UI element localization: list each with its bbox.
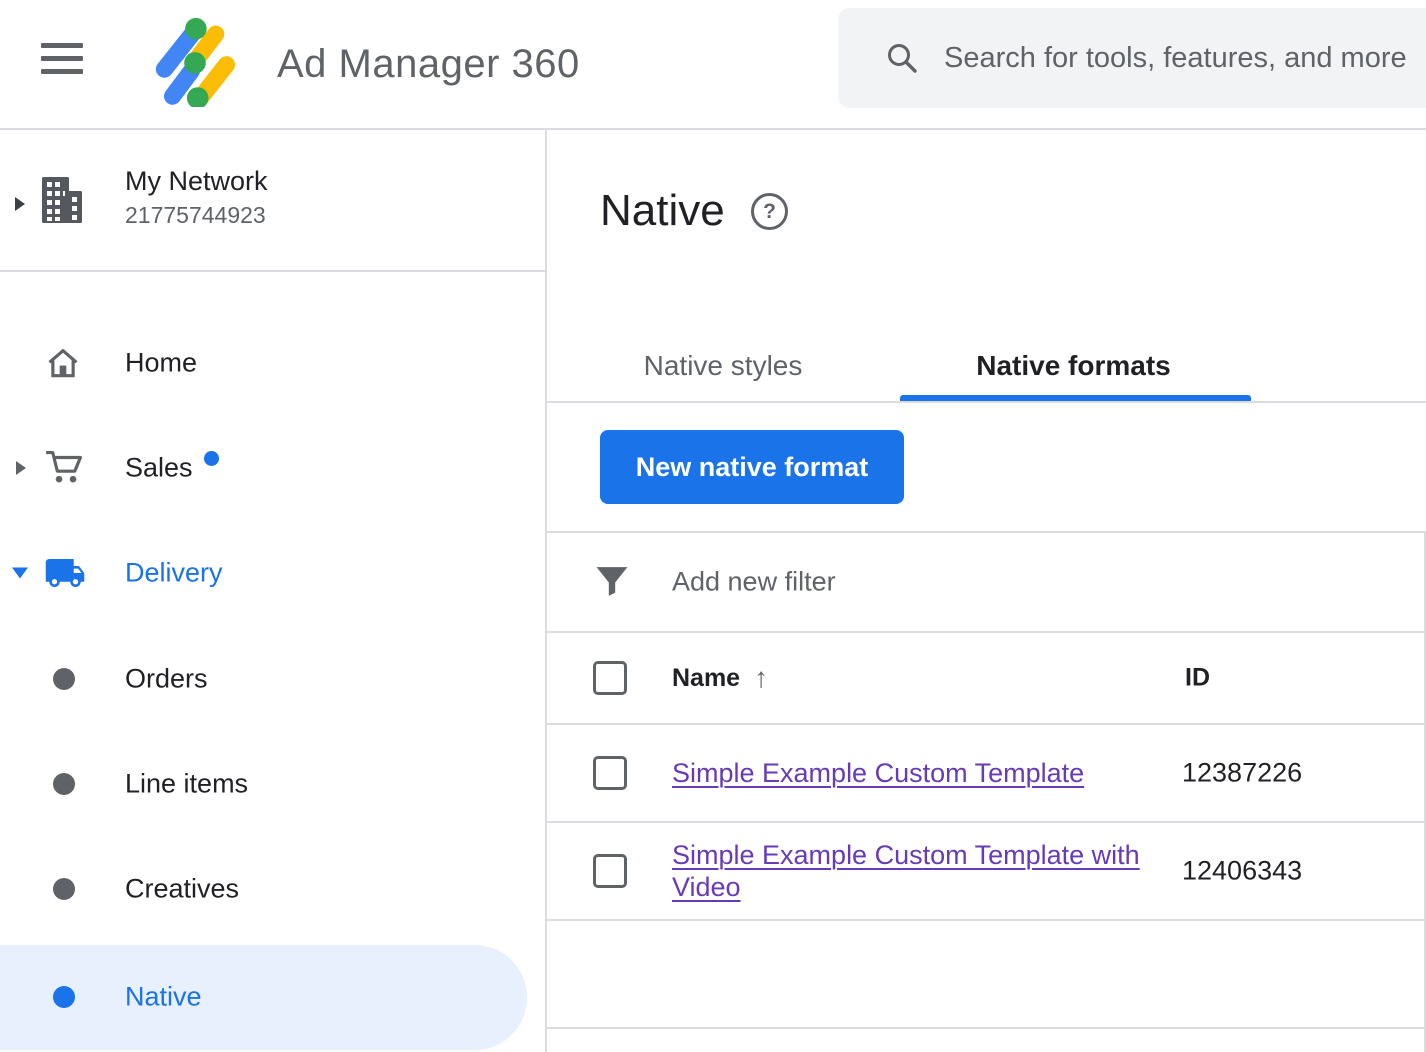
bullet-icon xyxy=(53,878,75,900)
sidebar-item-label: Orders xyxy=(125,664,208,695)
network-code: 21775744923 xyxy=(125,202,266,229)
page-title: Native xyxy=(600,186,725,236)
native-format-id-cell: 12387226 xyxy=(1182,758,1302,789)
sidebar-item-label: Native xyxy=(125,982,202,1013)
native-format-link[interactable]: Simple Example Custom Template with Vide… xyxy=(672,840,1140,902)
building-icon xyxy=(38,175,86,225)
truck-icon xyxy=(40,552,90,594)
funnel-icon xyxy=(595,561,629,603)
network-name[interactable]: My Network xyxy=(125,166,268,197)
row-checkbox[interactable] xyxy=(593,756,627,790)
delivery-collapse-caret-icon[interactable] xyxy=(12,568,28,579)
add-filter-placeholder: Add new filter xyxy=(672,567,836,598)
table-row: Simple Example Custom Template with Vide… xyxy=(547,823,1426,921)
new-native-format-button[interactable]: New native format xyxy=(600,430,904,504)
column-header-id[interactable]: ID xyxy=(1185,664,1210,693)
cart-icon xyxy=(44,447,86,489)
tabs-divider xyxy=(547,401,1426,403)
sales-notification-dot xyxy=(204,451,219,466)
table-header-row: Name ↑ ID xyxy=(547,633,1426,725)
search-icon xyxy=(884,40,920,76)
tab-native-styles[interactable]: Native styles xyxy=(629,330,817,401)
help-icon[interactable]: ? xyxy=(751,193,788,230)
add-filter-bar[interactable]: Add new filter xyxy=(547,531,1426,633)
ad-manager-logo-icon xyxy=(150,17,240,107)
row-checkbox[interactable] xyxy=(593,854,627,888)
table-row: Simple Example Custom Template 12387226 xyxy=(547,725,1426,823)
sidebar-item-line-items[interactable]: Line items xyxy=(0,752,545,816)
sidebar-item-label: Line items xyxy=(125,769,248,800)
native-format-link[interactable]: Simple Example Custom Template xyxy=(672,758,1084,788)
sort-ascending-icon[interactable]: ↑ xyxy=(754,662,768,694)
search-input[interactable] xyxy=(942,41,1426,76)
native-format-name-cell: Simple Example Custom Template with Vide… xyxy=(672,839,1152,903)
house-icon xyxy=(44,344,82,382)
top-app-bar: Ad Manager 360 xyxy=(0,0,1426,128)
tab-native-formats[interactable]: Native formats xyxy=(965,330,1182,401)
sidebar-item-sales[interactable]: Sales xyxy=(0,436,545,500)
sidebar-item-native[interactable]: Native xyxy=(0,965,545,1029)
native-format-id-cell: 12406343 xyxy=(1182,856,1302,887)
table-empty-row xyxy=(547,921,1426,1029)
sidebar-item-label: Sales xyxy=(125,453,193,484)
sidebar-item-label: Creatives xyxy=(125,874,239,905)
menu-icon[interactable] xyxy=(41,43,83,74)
search-bar[interactable] xyxy=(838,8,1426,108)
sales-expand-caret-icon[interactable] xyxy=(16,461,26,475)
topbar-divider xyxy=(0,128,1426,130)
ad-manager-window: Ad Manager 360 My Network 21775744923 xyxy=(0,0,1426,1052)
app-title: Ad Manager 360 xyxy=(277,0,580,128)
sidebar-item-label: Home xyxy=(125,348,197,379)
native-format-name-cell: Simple Example Custom Template xyxy=(672,757,1152,789)
sidebar-item-home[interactable]: Home xyxy=(0,331,545,395)
select-all-checkbox[interactable] xyxy=(593,661,627,695)
active-tab-underline xyxy=(900,395,1251,401)
bullet-icon xyxy=(53,986,75,1008)
bullet-icon xyxy=(53,773,75,795)
network-expand-caret-icon[interactable] xyxy=(15,197,25,211)
column-header-name[interactable]: Name ↑ xyxy=(672,662,768,694)
sidebar-item-creatives[interactable]: Creatives xyxy=(0,857,545,921)
sidebar-section-divider xyxy=(0,270,545,272)
sidebar-item-delivery[interactable]: Delivery xyxy=(0,541,545,605)
bullet-icon xyxy=(53,668,75,690)
sidebar-item-label: Delivery xyxy=(125,558,223,589)
sidebar-item-orders[interactable]: Orders xyxy=(0,647,545,711)
